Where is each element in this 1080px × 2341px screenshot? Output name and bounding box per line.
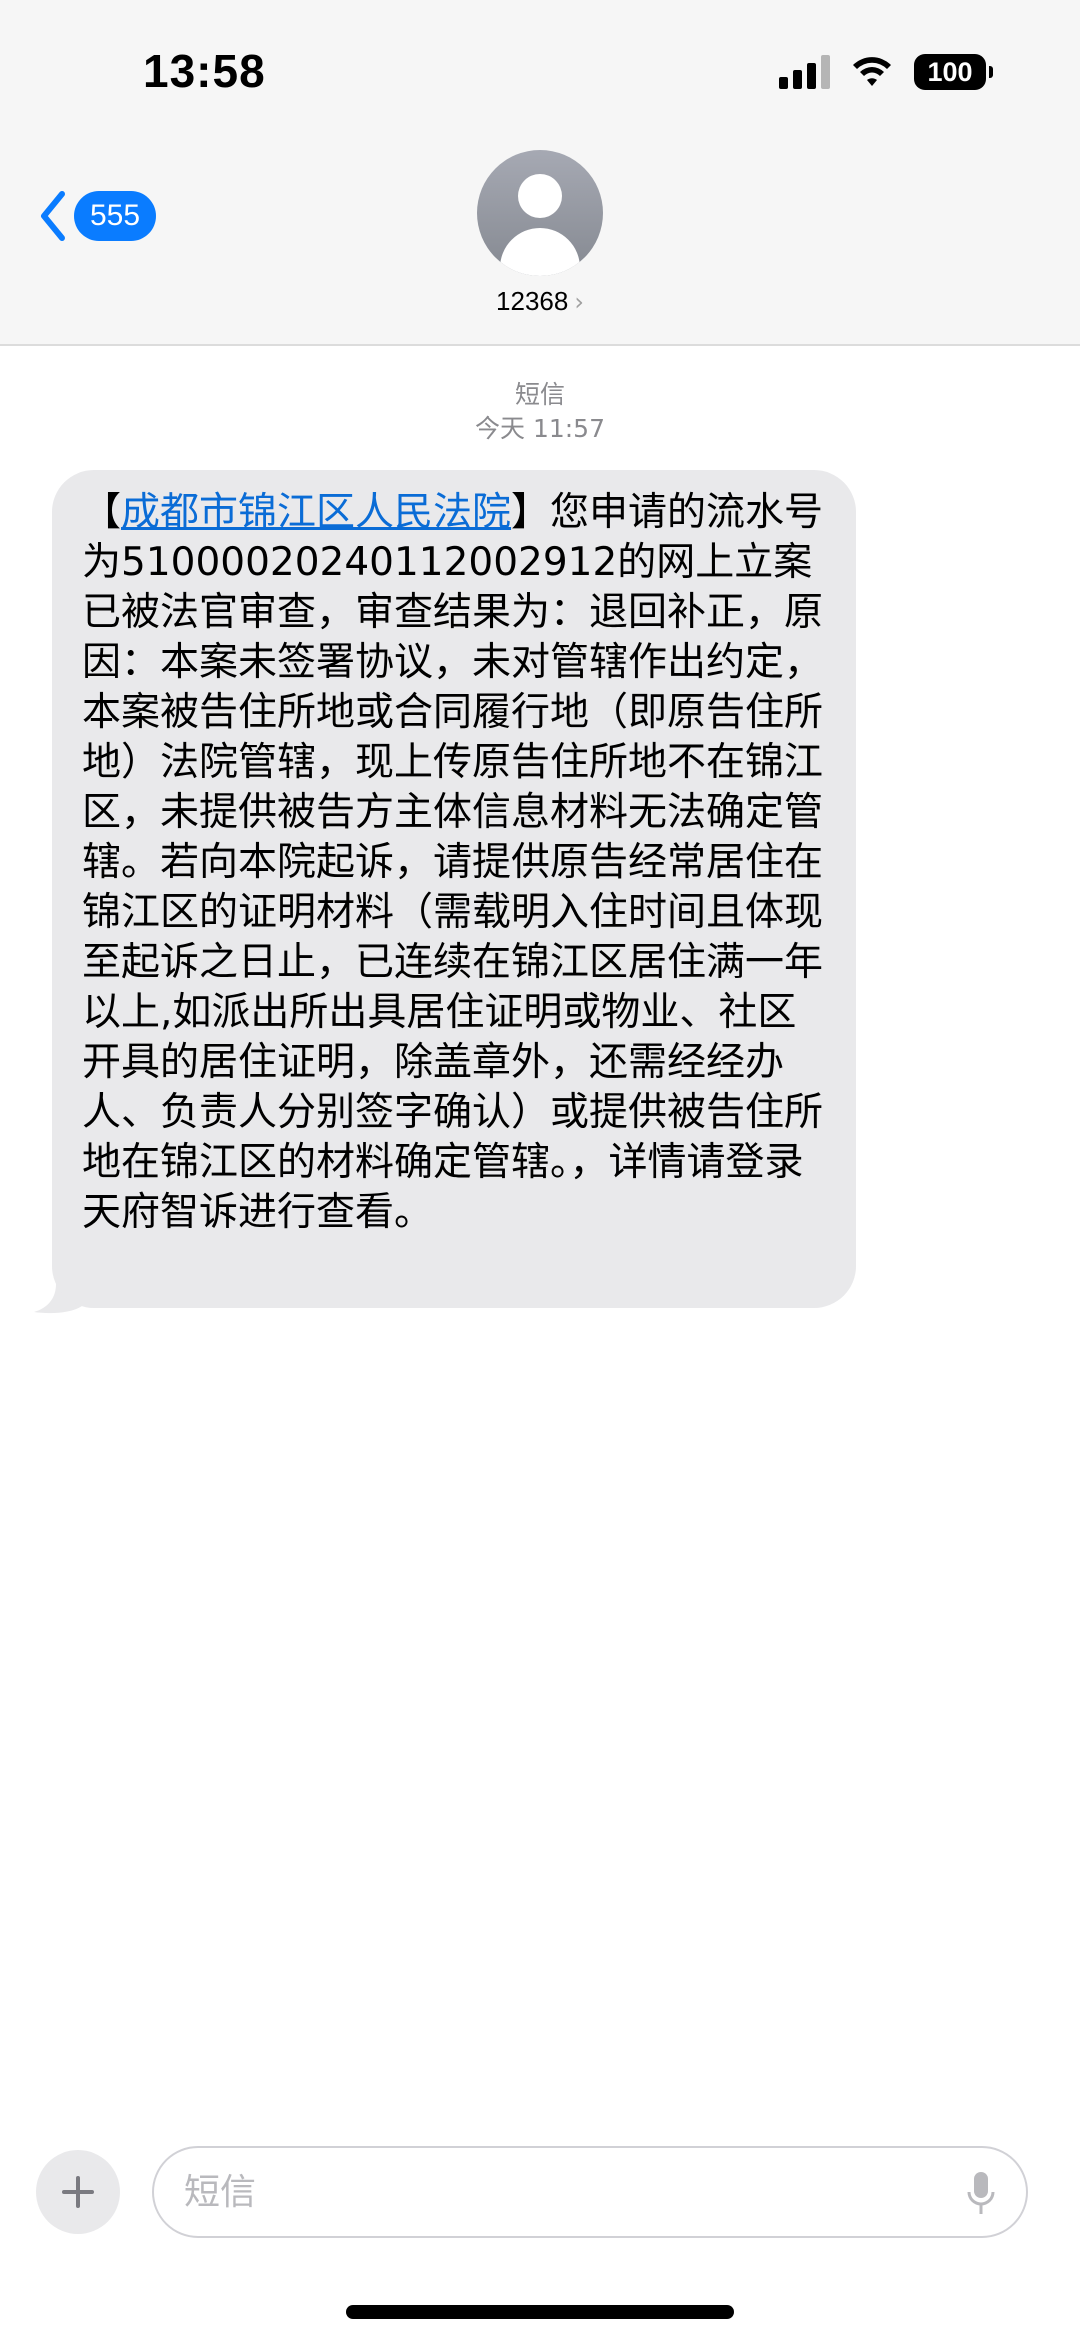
message-composer: [0, 2120, 1080, 2260]
contact-info[interactable]: 12368 ›: [0, 150, 1080, 317]
messages-screen: 13:58 100 555 12368 › 短信 今天 11:57 【成都市锦江…: [0, 0, 1080, 2341]
message-body: 】您申请的流水号为510000202401120029​12的网上立案已被法官审…: [82, 490, 824, 1235]
contact-number: 12368: [496, 286, 569, 316]
message-type-label: 短信: [514, 380, 565, 409]
add-attachment-button[interactable]: [36, 2150, 120, 2234]
wifi-icon: [853, 57, 891, 86]
battery-icon: 100: [914, 54, 993, 90]
bracket-open: 【: [82, 490, 122, 535]
home-indicator[interactable]: [346, 2305, 734, 2319]
message-input-wrap[interactable]: [152, 2146, 1028, 2238]
microphone-icon[interactable]: [966, 2170, 996, 2218]
cellular-signal-icon: [779, 55, 830, 89]
plus-icon: [62, 2176, 94, 2208]
status-time: 13:58: [143, 45, 266, 97]
sender-link[interactable]: 成都市锦江区人民法院: [121, 490, 511, 535]
conversation-header: 13:58 100 555 12368 ›: [0, 0, 1080, 346]
avatar-person-icon: [518, 174, 562, 218]
message-input[interactable]: [184, 2171, 944, 2213]
message-text: 【成都市锦江区人民法院】您申请的流水号为510000202401120029​1…: [82, 488, 826, 1238]
message-time: 今天 11:57: [475, 414, 605, 443]
status-icons: 100: [779, 52, 993, 92]
contact-avatar[interactable]: [477, 150, 603, 276]
chevron-right-icon: ›: [574, 287, 584, 316]
contact-name-row[interactable]: 12368 ›: [496, 286, 584, 317]
message-timestamp: 短信 今天 11:57: [0, 378, 1080, 446]
avatar-person-body: [500, 228, 580, 276]
message-bubble[interactable]: 【成都市锦江区人民法院】您申请的流水号为510000202401120029​1…: [52, 470, 856, 1308]
